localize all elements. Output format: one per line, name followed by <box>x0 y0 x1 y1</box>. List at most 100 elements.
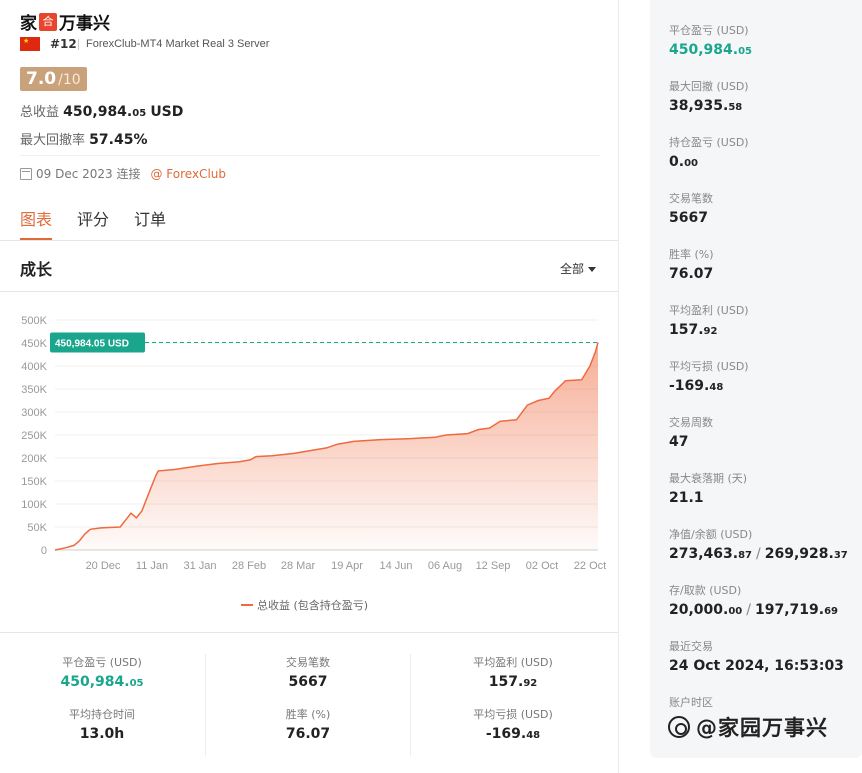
stat-value: 157.92 <box>669 322 718 338</box>
watermark: @家园万事兴 <box>668 712 828 742</box>
x-tick-label: 02 Oct <box>526 560 558 572</box>
stats-sidebar: 平仓盈亏 (USD) 450,984.05 最大回撤 (USD) 38,935.… <box>650 0 862 758</box>
stat-label: 平仓盈亏 (USD) <box>669 24 749 37</box>
max-drawdown-label: 最大回撤率 <box>20 133 86 148</box>
side-stat-equity-balance: 净值/余额 (USD) 273,463.87/269,928.37 <box>669 526 848 562</box>
tab-orders[interactable]: 订单 <box>134 206 166 230</box>
side-stat-floating-pnl: 持仓盈亏 (USD) 0.00 <box>669 134 749 170</box>
max-drawdown-value: 57.45% <box>89 132 148 148</box>
tab-chart[interactable]: 图表 <box>20 206 52 230</box>
china-flag-icon: ★ <box>20 37 40 51</box>
stat-value: 5667 <box>288 674 328 690</box>
stat-label: 最近交易 <box>669 640 713 653</box>
stat-label: 交易周数 <box>669 416 713 429</box>
x-tick-label: 19 Apr <box>331 560 363 572</box>
stat-value: 21.1 <box>669 490 704 506</box>
chart-y-axis: 0 50K 100K 150K 200K 250K 300K 350K 400K 450K 500K <box>21 315 47 557</box>
stat-label: 平仓盈亏 (USD) <box>62 656 142 669</box>
side-stat-last-trade: 最近交易 24 Oct 2024, 16:53:03 <box>669 638 844 674</box>
stat-label: 交易笔数 <box>669 192 713 205</box>
legend-label: 总收益 (包含持仓盈亏) <box>257 599 369 612</box>
side-stat-deposit-withdraw: 存/取款 (USD) 20,000.00/197,719.69 <box>669 582 838 618</box>
stat-label: 持仓盈亏 (USD) <box>669 136 749 149</box>
stat-value: 47 <box>669 434 689 450</box>
stat-label: 最大回撤 (USD) <box>669 80 749 93</box>
stat-value: 450,984.05 <box>60 674 144 690</box>
legend-swatch <box>241 604 253 606</box>
stat-label: 平均亏损 (USD) <box>669 360 749 373</box>
stat-value: 76.07 <box>285 726 331 742</box>
y-tick-label: 500K <box>21 315 47 327</box>
chart-current-value-label: 450,984.05 USD <box>55 339 129 350</box>
growth-title: 成长 <box>20 260 53 279</box>
y-tick-label: 200K <box>21 453 47 465</box>
total-profit: 总收益 450,984.05 USD <box>20 101 183 120</box>
side-stat-trading-weeks: 交易周数 47 <box>669 414 713 450</box>
growth-chart: 0 50K 100K 150K 200K 250K 300K 350K 400K 450K 500K… <box>21 315 607 572</box>
connection-info: 09 Dec 2023 连接 @ ForexClub <box>20 165 226 182</box>
stat-value: 0.00 <box>669 154 698 170</box>
stat-value: 157.92 <box>488 674 538 690</box>
y-tick-label: 50K <box>27 522 47 534</box>
side-stat-avg-loss: 平均亏损 (USD) -169.48 <box>669 358 749 394</box>
stat-column-divider <box>410 654 411 756</box>
account-detail-panel: 家 合 万事兴 ★ #12 ForexClub-MT4 Market Real … <box>0 0 618 773</box>
total-profit-unit: USD <box>150 104 184 120</box>
y-tick-label: 100K <box>21 499 47 511</box>
panel-divider <box>618 0 619 773</box>
chart-area-fill <box>55 342 598 550</box>
range-dropdown-label: 全部 <box>560 262 585 276</box>
stat-label: 最大衰落期 (天) <box>669 472 748 485</box>
x-tick-label: 31 Jan <box>183 560 216 572</box>
side-stat-max-drawdown: 最大回撤 (USD) 38,935.58 <box>669 78 749 114</box>
stat-label: 交易笔数 <box>286 656 330 669</box>
side-stat-timezone: 账户时区 <box>669 694 713 710</box>
stat-value: 24 Oct 2024, 16:53:03 <box>669 658 844 674</box>
score-value: 7.0 <box>26 69 57 89</box>
stat-value: -169.48 <box>485 726 541 742</box>
max-drawdown: 最大回撤率 57.45% <box>20 129 147 148</box>
x-tick-label: 28 Mar <box>281 560 316 572</box>
range-dropdown[interactable]: 全部 <box>560 260 597 277</box>
x-tick-label: 14 Jun <box>379 560 412 572</box>
section-divider <box>0 291 618 292</box>
y-tick-label: 400K <box>21 361 47 373</box>
stat-label: 净值/余额 (USD) <box>669 528 753 541</box>
total-profit-label: 总收益 <box>20 105 60 120</box>
y-tick-label: 350K <box>21 384 47 396</box>
bottom-stat-avg-profit: 平均盈利 (USD) 157.92 <box>413 654 613 690</box>
bottom-stat-avg-loss: 平均亏损 (USD) -169.48 <box>413 706 613 742</box>
side-stat-avg-profit: 平均盈利 (USD) 157.92 <box>669 302 749 338</box>
rank-divider <box>78 39 79 50</box>
stats-divider <box>0 632 618 633</box>
stat-label: 存/取款 (USD) <box>669 584 742 597</box>
watermark-text: @家园万事兴 <box>696 716 828 740</box>
side-stat-trades: 交易笔数 5667 <box>669 190 713 226</box>
side-stat-max-decline-period: 最大衰落期 (天) 21.1 <box>669 470 747 506</box>
broker-link[interactable]: @ ForexClub <box>150 167 226 181</box>
chart-legend[interactable]: 总收益 (包含持仓盈亏) <box>241 597 368 613</box>
chart-x-axis: 20 Dec 11 Jan 31 Jan 28 Feb 28 Mar 19 Apr 14 J… <box>86 560 607 572</box>
connected-date: 09 Dec 2023 连接 <box>36 167 141 181</box>
bottom-stat-win-rate: 胜率 (%) 76.07 <box>208 706 408 742</box>
score-denominator: /10 <box>58 72 81 88</box>
tab-rating[interactable]: 评分 <box>77 206 109 230</box>
bottom-stat-closed-pnl: 平仓盈亏 (USD) 450,984.05 <box>2 654 202 690</box>
stat-label: 平均亏损 (USD) <box>473 708 553 721</box>
bottom-stat-avg-hold-time: 平均持仓时间 13.0h <box>2 706 202 742</box>
stat-label: 账户时区 <box>669 696 713 709</box>
watermark-logo-icon <box>668 716 690 738</box>
stat-value: 20,000.00/197,719.69 <box>669 602 838 618</box>
tab-bar: 图表 评分 订单 <box>20 206 191 230</box>
y-tick-label: 150K <box>21 476 47 488</box>
bottom-stat-trades: 交易笔数 5667 <box>208 654 408 690</box>
x-tick-label: 28 Feb <box>232 560 266 572</box>
stat-label: 平均盈利 (USD) <box>473 656 553 669</box>
account-name-prefix: 家 <box>20 14 37 34</box>
x-tick-label: 22 Oct <box>574 560 606 572</box>
stat-value: 76.07 <box>669 266 714 282</box>
caret-down-icon <box>588 267 597 272</box>
stat-value: -169.48 <box>669 378 724 394</box>
account-name: 家 合 万事兴 <box>20 9 110 34</box>
header-divider <box>20 155 600 156</box>
